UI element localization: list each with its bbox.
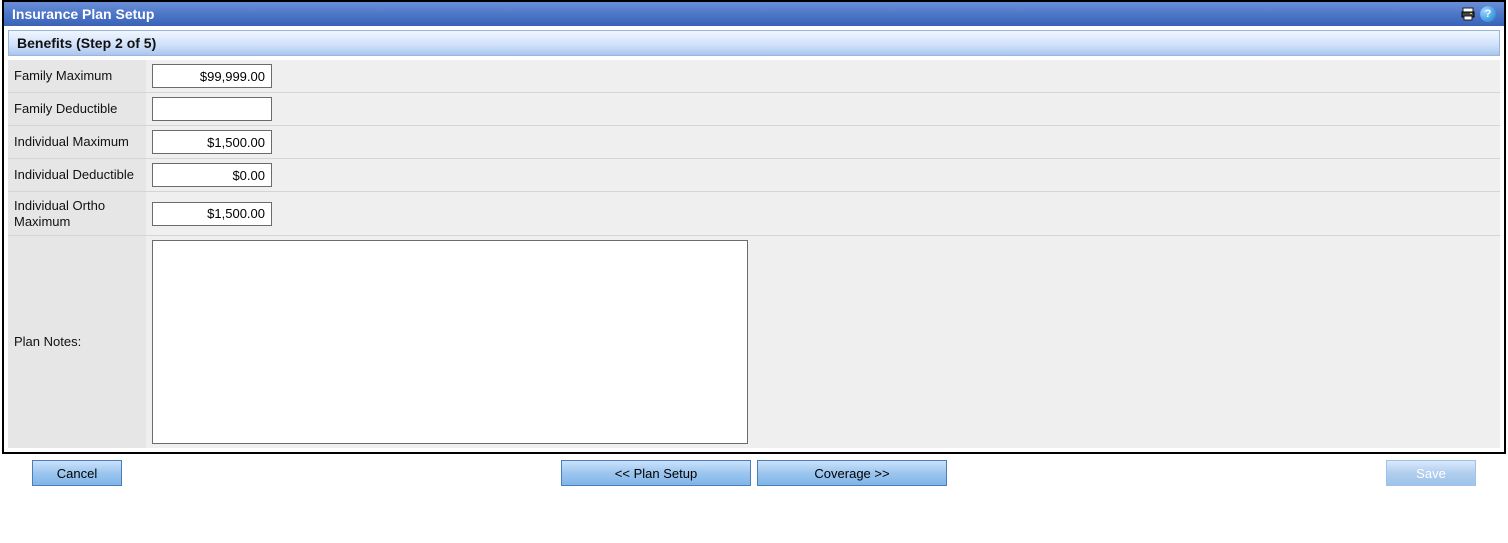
row-individual-ortho-maximum: Individual Ortho Maximum [8, 191, 1500, 235]
label-individual-ortho-maximum: Individual Ortho Maximum [8, 192, 146, 235]
row-plan-notes: Plan Notes: [8, 235, 1500, 448]
benefits-form: Family Maximum Family Deductible Individ… [8, 60, 1500, 448]
titlebar: Insurance Plan Setup ? [4, 2, 1504, 26]
input-individual-ortho-maximum[interactable] [152, 202, 272, 226]
row-family-maximum: Family Maximum [8, 60, 1500, 92]
label-family-maximum: Family Maximum [8, 60, 146, 92]
label-family-deductible: Family Deductible [8, 93, 146, 125]
wizard-button-bar: Cancel << Plan Setup Coverage >> Save [2, 454, 1506, 492]
prev-step-button[interactable]: << Plan Setup [561, 460, 751, 486]
titlebar-icons: ? [1460, 6, 1496, 22]
row-individual-deductible: Individual Deductible [8, 158, 1500, 191]
row-family-deductible: Family Deductible [8, 92, 1500, 125]
step-header: Benefits (Step 2 of 5) [8, 30, 1500, 56]
input-individual-maximum[interactable] [152, 130, 272, 154]
row-individual-maximum: Individual Maximum [8, 125, 1500, 158]
window-title: Insurance Plan Setup [12, 6, 1460, 22]
insurance-plan-setup-window: Insurance Plan Setup ? Benefits (Step 2 … [2, 0, 1506, 454]
input-family-maximum[interactable] [152, 64, 272, 88]
nav-buttons: << Plan Setup Coverage >> [561, 460, 947, 486]
label-plan-notes: Plan Notes: [8, 236, 146, 448]
help-icon[interactable]: ? [1480, 6, 1496, 22]
input-family-deductible[interactable] [152, 97, 272, 121]
next-step-button[interactable]: Coverage >> [757, 460, 947, 486]
textarea-plan-notes[interactable] [152, 240, 748, 444]
save-button: Save [1386, 460, 1476, 486]
label-individual-deductible: Individual Deductible [8, 159, 146, 191]
input-individual-deductible[interactable] [152, 163, 272, 187]
print-icon[interactable] [1460, 6, 1476, 22]
label-individual-maximum: Individual Maximum [8, 126, 146, 158]
cancel-button[interactable]: Cancel [32, 460, 122, 486]
